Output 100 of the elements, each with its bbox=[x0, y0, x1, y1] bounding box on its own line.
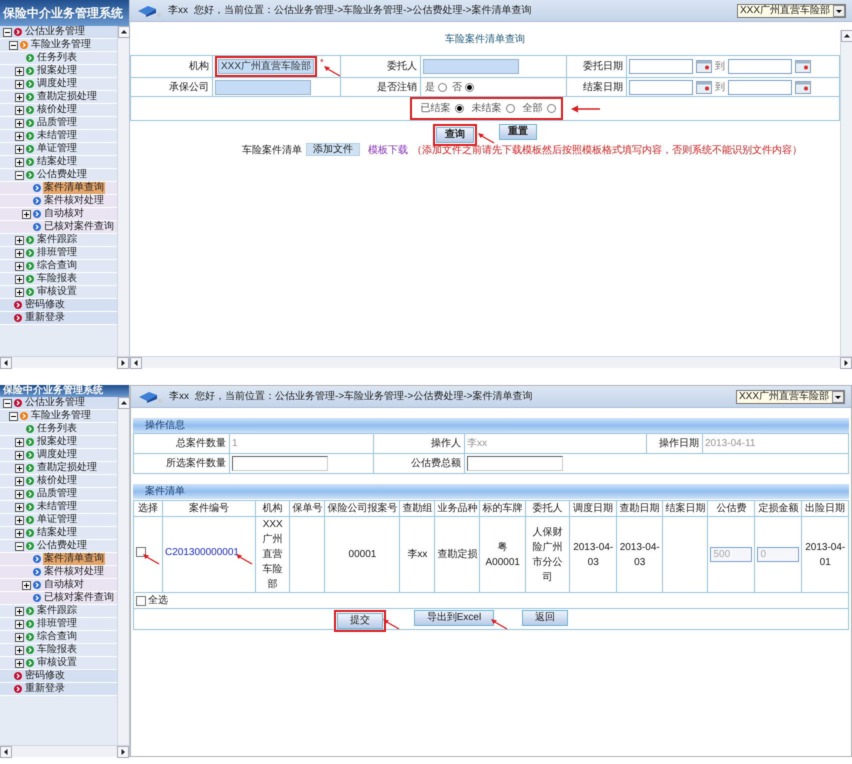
menu-item[interactable]: 案件核对处理 bbox=[43, 195, 105, 207]
expand-icon[interactable] bbox=[15, 288, 24, 296]
calendar-icon[interactable] bbox=[696, 80, 712, 94]
menu-item[interactable]: 自动核对 bbox=[43, 208, 85, 220]
menu-item[interactable]: 已核对案件查询 bbox=[43, 221, 115, 233]
expand-icon[interactable] bbox=[15, 516, 24, 524]
radio-button[interactable] bbox=[438, 82, 447, 92]
menu-item[interactable]: 品质管理 bbox=[36, 117, 78, 129]
menu-item[interactable]: 核价处理 bbox=[36, 104, 78, 116]
expand-icon[interactable] bbox=[15, 450, 24, 460]
scroll-right-button[interactable] bbox=[840, 357, 852, 369]
add-file-button[interactable]: 添加文件 bbox=[306, 143, 360, 156]
date-field[interactable] bbox=[629, 80, 693, 94]
expand-icon[interactable] bbox=[15, 66, 24, 76]
checkbox[interactable] bbox=[136, 546, 146, 556]
menu-item[interactable]: 报案处理 bbox=[36, 436, 78, 448]
button[interactable]: 导出到Excel bbox=[414, 610, 494, 626]
menu-item[interactable]: 案件跟踪 bbox=[36, 234, 78, 246]
expand-icon[interactable] bbox=[15, 464, 24, 472]
input-field[interactable] bbox=[215, 80, 311, 94]
menu-item[interactable]: 公估业务管理 bbox=[24, 397, 86, 409]
scroll-left-button[interactable] bbox=[0, 357, 12, 369]
checkbox[interactable] bbox=[136, 596, 146, 606]
input-field[interactable] bbox=[467, 456, 563, 471]
expand-icon[interactable] bbox=[15, 118, 24, 128]
menu-item[interactable]: 公估业务管理 bbox=[24, 26, 86, 38]
menu-item[interactable]: 已核对案件查询 bbox=[43, 592, 115, 604]
caret-icon[interactable] bbox=[832, 390, 844, 402]
menu-item[interactable]: 密码修改 bbox=[24, 299, 66, 311]
menu-item[interactable]: 综合查询 bbox=[36, 631, 78, 643]
scroll-right-button[interactable] bbox=[117, 746, 129, 758]
expand-icon[interactable] bbox=[15, 528, 24, 538]
menu-item[interactable]: 结案处理 bbox=[36, 156, 78, 168]
menu-item[interactable]: 单证管理 bbox=[36, 514, 78, 526]
menu-item[interactable]: 案件核对处理 bbox=[43, 566, 105, 578]
expand-icon[interactable] bbox=[22, 210, 31, 218]
input-field[interactable]: XXX广州直营车险部 bbox=[218, 59, 314, 74]
menu-item[interactable]: 车险业务管理 bbox=[30, 39, 92, 51]
expand-icon[interactable] bbox=[15, 144, 24, 154]
expand-icon[interactable] bbox=[15, 646, 24, 654]
scroll-up-button[interactable] bbox=[118, 397, 130, 409]
expand-icon[interactable] bbox=[15, 132, 24, 140]
scroll-up-button[interactable] bbox=[118, 26, 130, 38]
menu-item[interactable]: 重新登录 bbox=[24, 312, 66, 324]
menu-item[interactable]: 案件跟踪 bbox=[36, 605, 78, 617]
expand-icon[interactable] bbox=[15, 262, 24, 270]
menu-item[interactable]: 自动核对 bbox=[43, 579, 85, 591]
date-field[interactable] bbox=[728, 59, 792, 74]
radio-button[interactable] bbox=[454, 104, 464, 113]
expand-icon[interactable] bbox=[15, 476, 24, 486]
expand-icon[interactable] bbox=[15, 106, 24, 114]
menu-item[interactable]: 案件清单查询 bbox=[43, 553, 105, 565]
expand-icon[interactable] bbox=[15, 274, 24, 284]
expand-icon[interactable] bbox=[15, 606, 24, 616]
menu-item[interactable]: 车险业务管理 bbox=[30, 410, 92, 422]
menu-item[interactable]: 结案处理 bbox=[36, 527, 78, 539]
menu-item[interactable]: 单证管理 bbox=[36, 143, 78, 155]
expand-icon[interactable] bbox=[15, 502, 24, 512]
button[interactable]: 重置 bbox=[499, 124, 537, 140]
menu-item[interactable]: 案件清单查询 bbox=[43, 182, 105, 194]
radio-button[interactable] bbox=[506, 104, 514, 113]
menu-item[interactable]: 公估费处理 bbox=[36, 169, 88, 181]
menu-item[interactable]: 未结管理 bbox=[36, 501, 78, 513]
collapse-icon[interactable] bbox=[15, 170, 24, 180]
collapse-icon[interactable] bbox=[3, 28, 12, 36]
menu-item[interactable]: 任务列表 bbox=[36, 423, 78, 435]
menu-item[interactable]: 核价处理 bbox=[36, 475, 78, 487]
radio-button[interactable] bbox=[546, 104, 556, 113]
menu-item[interactable]: 车险报表 bbox=[36, 644, 78, 656]
expand-icon[interactable] bbox=[15, 158, 24, 166]
calendar-icon[interactable] bbox=[696, 60, 712, 73]
menu-item[interactable]: 查勘定损处理 bbox=[36, 462, 98, 474]
expand-icon[interactable] bbox=[15, 632, 24, 642]
expand-icon[interactable] bbox=[15, 236, 24, 244]
expand-icon[interactable] bbox=[15, 438, 24, 446]
menu-item[interactable]: 审核设置 bbox=[36, 657, 78, 669]
vertical-scrollbar[interactable] bbox=[840, 30, 852, 356]
menu-item[interactable]: 品质管理 bbox=[36, 488, 78, 500]
menu-item[interactable]: 报案处理 bbox=[36, 65, 78, 77]
vertical-scrollbar[interactable] bbox=[117, 26, 129, 356]
vertical-scrollbar[interactable] bbox=[117, 397, 129, 745]
menu-item[interactable]: 调度处理 bbox=[36, 449, 78, 461]
horizontal-scrollbar[interactable] bbox=[0, 356, 129, 368]
expand-icon[interactable] bbox=[15, 620, 24, 628]
date-field[interactable] bbox=[728, 80, 792, 94]
menu-item[interactable]: 综合查询 bbox=[36, 260, 78, 272]
radio-button[interactable] bbox=[465, 82, 474, 92]
expand-icon[interactable] bbox=[15, 80, 24, 88]
menu-item[interactable]: 密码修改 bbox=[24, 670, 66, 682]
input-field[interactable] bbox=[232, 456, 328, 471]
input-field[interactable] bbox=[423, 59, 519, 74]
expand-icon[interactable] bbox=[15, 248, 24, 258]
scroll-up-button[interactable] bbox=[841, 30, 852, 42]
template-download-link[interactable]: 模板下载 bbox=[368, 143, 408, 158]
expand-icon[interactable] bbox=[22, 580, 31, 590]
menu-item[interactable]: 重新登录 bbox=[24, 683, 66, 695]
date-field[interactable] bbox=[629, 59, 693, 74]
menu-item[interactable]: 公估费处理 bbox=[36, 540, 88, 552]
collapse-icon[interactable] bbox=[3, 398, 12, 408]
menu-item[interactable]: 车险报表 bbox=[36, 273, 78, 285]
